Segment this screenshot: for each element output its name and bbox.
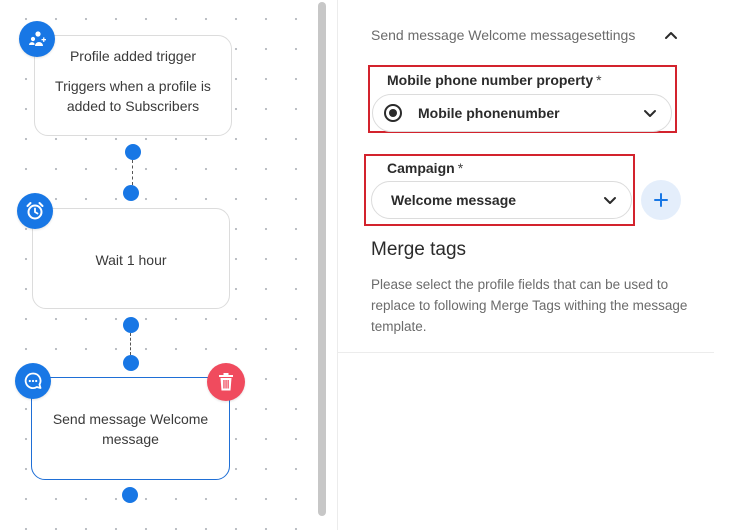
alarm-clock-icon — [17, 193, 53, 229]
wait-node[interactable]: Wait 1 hour — [32, 208, 230, 309]
merge-tags-description: Please select the profile fields that ca… — [371, 277, 688, 334]
section-divider — [338, 352, 714, 353]
trigger-node[interactable]: Profile added trigger Triggers when a pr… — [34, 35, 232, 136]
phone-property-label: Mobile phone number property * — [387, 72, 602, 88]
campaign-label-text: Campaign — [387, 160, 455, 176]
wait-node-title: Wait 1 hour — [95, 252, 167, 268]
phone-property-select[interactable]: Mobile phonenumber — [372, 94, 672, 132]
required-mark: * — [596, 72, 602, 88]
workflow-canvas[interactable]: Profile added trigger Triggers when a pr… — [0, 0, 315, 530]
phone-property-label-text: Mobile phone number property — [387, 72, 594, 88]
settings-panel: Send message Welcome messagesettings Mob… — [338, 0, 730, 530]
merge-tags-heading: Merge tags — [371, 239, 467, 260]
required-mark: * — [457, 160, 464, 176]
phone-property-value: Mobile phonenumber — [418, 105, 560, 121]
trash-icon[interactable] — [207, 363, 245, 401]
connector-line — [130, 333, 131, 355]
campaign-label: Campaign * — [387, 160, 463, 176]
trigger-output-port[interactable] — [125, 144, 141, 160]
trigger-node-description: Triggers when a profile is added to Subs… — [55, 78, 211, 114]
plus-icon — [654, 193, 668, 207]
wait-output-port[interactable] — [123, 317, 139, 333]
radio-button[interactable] — [384, 104, 402, 122]
chevron-up-icon[interactable] — [663, 27, 679, 43]
settings-header: Send message Welcome messagesettings — [371, 24, 691, 46]
campaign-value: Welcome message — [391, 192, 517, 208]
message-output-port[interactable] — [122, 487, 138, 503]
settings-title: Send message Welcome messagesettings — [371, 27, 636, 43]
message-input-port[interactable] — [123, 355, 139, 371]
profile-add-icon — [19, 21, 55, 57]
campaign-select[interactable]: Welcome message — [371, 181, 632, 219]
chat-bubble-icon — [15, 363, 51, 399]
chevron-down-icon — [644, 110, 656, 117]
connector-line — [132, 160, 133, 185]
trigger-node-title: Profile added trigger — [69, 48, 197, 64]
canvas-scrollbar[interactable] — [318, 2, 326, 516]
chevron-down-icon — [604, 197, 616, 204]
add-campaign-button[interactable] — [641, 180, 681, 220]
message-node[interactable]: Send message Welcome message — [31, 377, 230, 480]
wait-input-port[interactable] — [123, 185, 139, 201]
message-node-title: Send message Welcome message — [52, 411, 209, 447]
